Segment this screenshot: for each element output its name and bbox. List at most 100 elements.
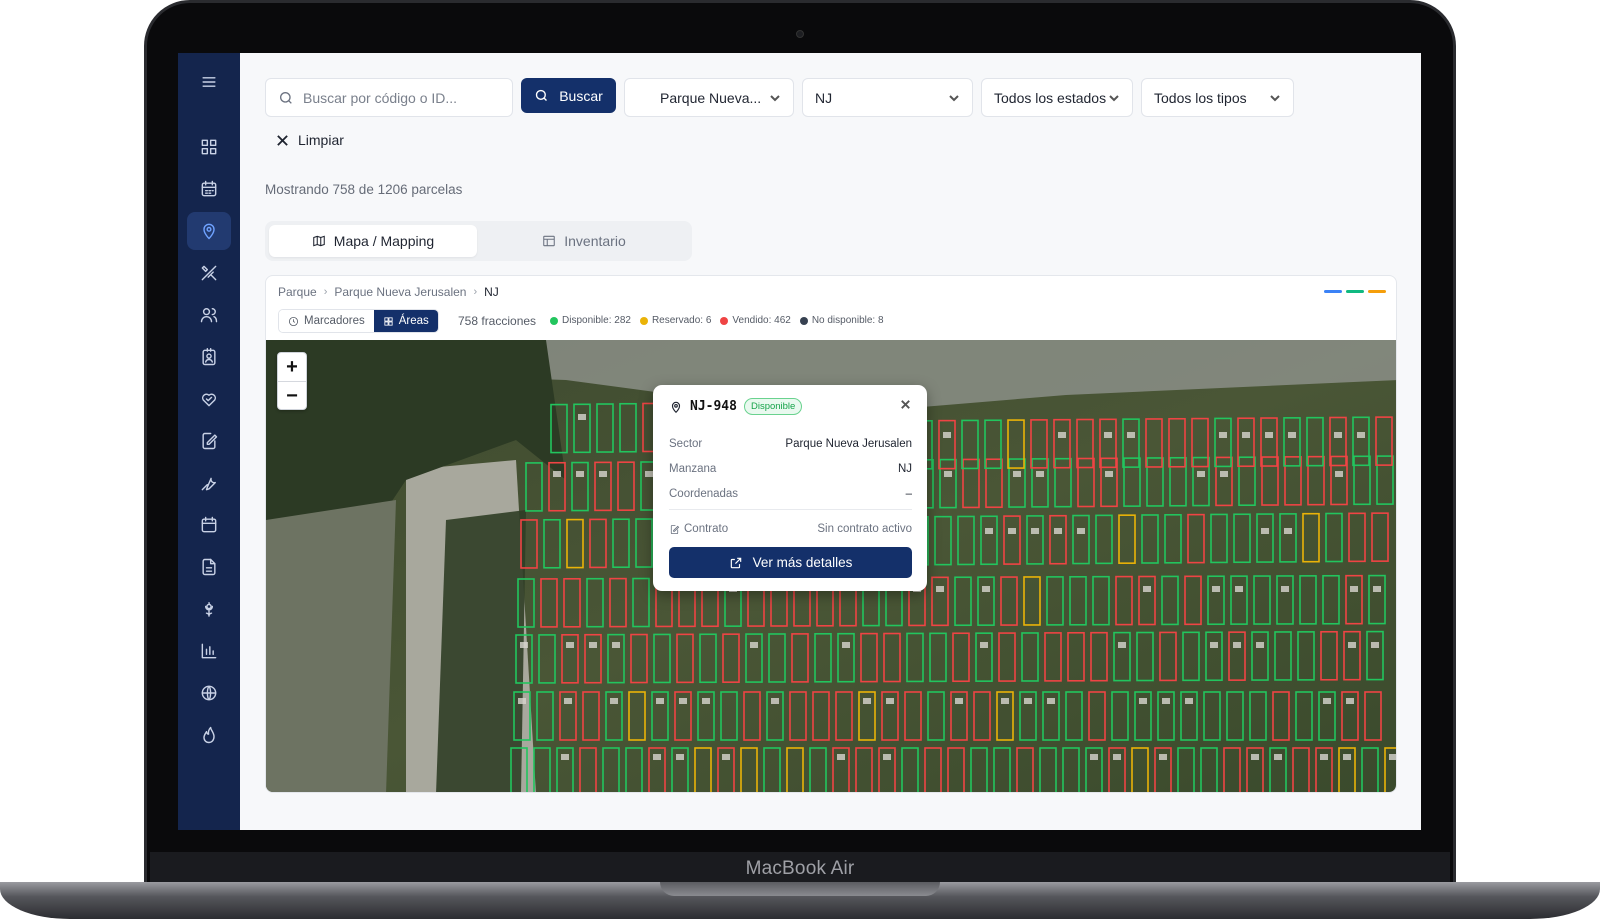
ground-area (266, 500, 396, 792)
popup-close-button[interactable] (899, 398, 912, 411)
popup-row-contract: Contrato Sin contrato activo (669, 523, 912, 535)
headstone-marker (1162, 698, 1170, 704)
headstone-marker (943, 432, 951, 438)
breadcrumb-item[interactable]: Parque Nueva Jerusalen (334, 285, 466, 299)
tab-map-label: Mapa / Mapping (333, 233, 435, 249)
zoom-out-button[interactable]: − (278, 382, 306, 411)
sidebar-item-calendar[interactable] (187, 170, 231, 208)
view-details-button[interactable]: Ver más detalles (669, 547, 912, 578)
accent-bars (1324, 290, 1386, 293)
edit-document-icon (202, 432, 218, 450)
headstone-marker (722, 754, 730, 760)
popup-row-block: Manzana NJ (669, 463, 912, 475)
markers-toggle-button[interactable]: Marcadores (279, 310, 374, 332)
grid-icon (384, 316, 393, 326)
globe-icon (201, 685, 217, 701)
headstone-marker (863, 698, 871, 704)
headstone-marker (980, 642, 988, 648)
headstone-marker (750, 642, 758, 648)
sidebar-item-dashboard[interactable] (187, 128, 231, 166)
menu-icon[interactable] (187, 63, 231, 101)
sidebar-item-users[interactable] (187, 296, 231, 334)
headstone-marker (1159, 754, 1167, 760)
zoom-in-button[interactable]: + (278, 353, 306, 382)
heart-handshake-icon (201, 393, 217, 407)
sidebar-item-reports[interactable] (187, 632, 231, 670)
search-button-label: Buscar (559, 87, 603, 104)
sidebar-item-edit[interactable] (187, 422, 231, 460)
headstone-marker (518, 698, 526, 704)
headstone-marker (578, 414, 586, 420)
search-field[interactable] (265, 78, 513, 117)
headstone-marker (1077, 528, 1085, 534)
chevron-down-icon (770, 94, 780, 101)
park-select[interactable]: Parque Nueva... (624, 78, 794, 117)
row-key: Sector (669, 438, 703, 450)
sidebar-item-map[interactable] (187, 212, 231, 250)
sidebar-item-care[interactable] (187, 380, 231, 418)
areas-label: Áreas (398, 315, 429, 327)
block-select[interactable]: NJ (802, 78, 973, 117)
headstone-marker (1235, 586, 1243, 592)
row-key: Manzana (669, 463, 717, 475)
sidebar-item-flowers[interactable] (187, 590, 231, 628)
areas-toggle-button[interactable]: Áreas (373, 310, 438, 332)
flower-icon (204, 602, 214, 617)
row-key: Contrato (684, 523, 729, 535)
headstone-marker (1348, 642, 1356, 648)
headstone-marker (676, 754, 684, 760)
headstone-marker (1261, 528, 1269, 534)
headstone-marker (1001, 698, 1009, 704)
file-text-icon (202, 558, 216, 576)
search-input[interactable] (303, 89, 503, 106)
breadcrumb-item[interactable]: Parque (278, 285, 317, 299)
sidebar-item-maintenance[interactable] (187, 464, 231, 502)
sidebar-item-documents[interactable] (187, 548, 231, 586)
aerial-map[interactable]: + − NJ-948 Disponible Sector Parque Nuev… (266, 340, 1396, 792)
headstone-marker (1251, 754, 1259, 760)
sidebar-item-schedule[interactable] (187, 506, 231, 544)
legend-item: Disponible: 282 (550, 315, 631, 326)
headstone-marker (1185, 698, 1193, 704)
headstone-marker (1334, 432, 1342, 438)
clear-filters-button[interactable]: Limpiar (276, 132, 344, 148)
headstone-marker (1281, 586, 1289, 592)
headstone-marker (561, 754, 569, 760)
dashboard-icon (201, 139, 217, 155)
sidebar-item-cremation[interactable] (187, 716, 231, 754)
accent-bar-green (1346, 290, 1364, 293)
headstone-marker (1058, 432, 1066, 438)
headstone-marker (610, 698, 618, 704)
sidebar-item-web[interactable] (187, 674, 231, 712)
status-select[interactable]: Todos los estados (981, 78, 1133, 117)
headstone-marker (985, 528, 993, 534)
row-value: NJ (897, 463, 912, 475)
park-select-value: Parque Nueva... (660, 89, 762, 106)
type-select[interactable]: Todos los tipos (1141, 78, 1294, 117)
headstone-marker (564, 698, 572, 704)
sidebar-item-contacts[interactable] (187, 338, 231, 376)
headstone-marker (1265, 432, 1273, 438)
headstone-marker (1274, 754, 1282, 760)
headstone-marker (771, 698, 779, 704)
chevron-down-icon (949, 94, 959, 101)
laptop-hinge-notch (660, 882, 940, 896)
headstone-marker (702, 698, 710, 704)
headstone-marker (1389, 754, 1396, 760)
sidebar-item-tools[interactable] (187, 254, 231, 292)
legend-dot (799, 316, 808, 325)
external-link-icon (730, 557, 741, 568)
headstone-marker (656, 698, 664, 704)
headstone-marker (1127, 432, 1135, 438)
tab-map[interactable]: Mapa / Mapping (269, 225, 477, 257)
tab-inventory[interactable]: Inventario (480, 225, 688, 257)
headstone-marker (645, 471, 653, 477)
results-summary: Mostrando 758 de 1206 parcelas (265, 182, 463, 197)
view-mode-toggle: Marcadores Áreas (278, 309, 439, 333)
legend-dot (639, 316, 648, 325)
search-button[interactable]: Buscar (521, 78, 616, 113)
headstone-marker (1036, 471, 1044, 477)
headstone-marker (1212, 586, 1220, 592)
flame-icon (203, 726, 215, 744)
wrench-icon (201, 477, 216, 491)
